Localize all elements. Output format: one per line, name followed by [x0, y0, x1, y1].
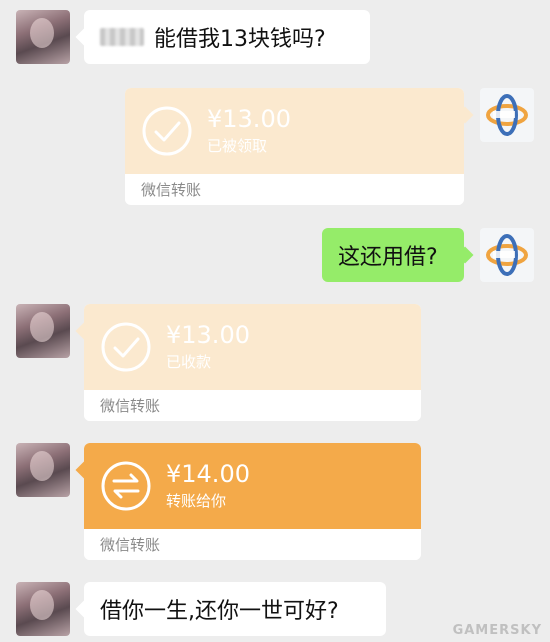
- transfer-card[interactable]: ¥14.00 转账给你 微信转账: [84, 443, 421, 560]
- transfer-amount: ¥13.00: [207, 105, 291, 133]
- transfer-amount: ¥13.00: [166, 321, 250, 349]
- message-text: 能借我13块钱吗?: [154, 27, 326, 52]
- message-text: 这还用借?: [338, 245, 438, 270]
- transfer-status: 已收款: [166, 353, 212, 371]
- transfer-card-top: ¥13.00 已被领取: [125, 88, 464, 174]
- transfer-status: 已被领取: [207, 137, 268, 155]
- avatar-contact[interactable]: [16, 443, 70, 497]
- transfer-amount: ¥14.00: [166, 460, 250, 488]
- check-circle-icon: [142, 106, 192, 156]
- transfer-footer: 微信转账: [84, 390, 421, 421]
- transfer-status: 转账给你: [166, 492, 227, 510]
- avatar-self[interactable]: [480, 228, 534, 282]
- avatar-contact[interactable]: [16, 10, 70, 64]
- avatar-self[interactable]: [480, 88, 534, 142]
- transfer-card-top: ¥14.00 转账给你: [84, 443, 421, 529]
- transfer-card[interactable]: ¥13.00 已被领取 微信转账: [125, 88, 464, 205]
- transfer-card-top: ¥13.00 已收款: [84, 304, 421, 390]
- blurred-text: [100, 28, 144, 46]
- logo-icon: [486, 94, 528, 136]
- logo-icon: [486, 234, 528, 276]
- check-circle-icon: [101, 322, 151, 372]
- message-bubble[interactable]: 借你一生,还你一世可好?: [84, 582, 386, 636]
- transfer-arrows-icon: [101, 461, 151, 511]
- message-bubble[interactable]: 能借我13块钱吗?: [84, 10, 370, 64]
- transfer-footer: 微信转账: [84, 529, 421, 560]
- message-text: 借你一生,还你一世可好?: [100, 599, 339, 624]
- watermark: GAMERSKY: [452, 623, 542, 638]
- transfer-card[interactable]: ¥13.00 已收款 微信转账: [84, 304, 421, 421]
- transfer-footer: 微信转账: [125, 174, 464, 205]
- message-bubble[interactable]: 这还用借?: [322, 228, 464, 282]
- avatar-contact[interactable]: [16, 304, 70, 358]
- avatar-contact[interactable]: [16, 582, 70, 636]
